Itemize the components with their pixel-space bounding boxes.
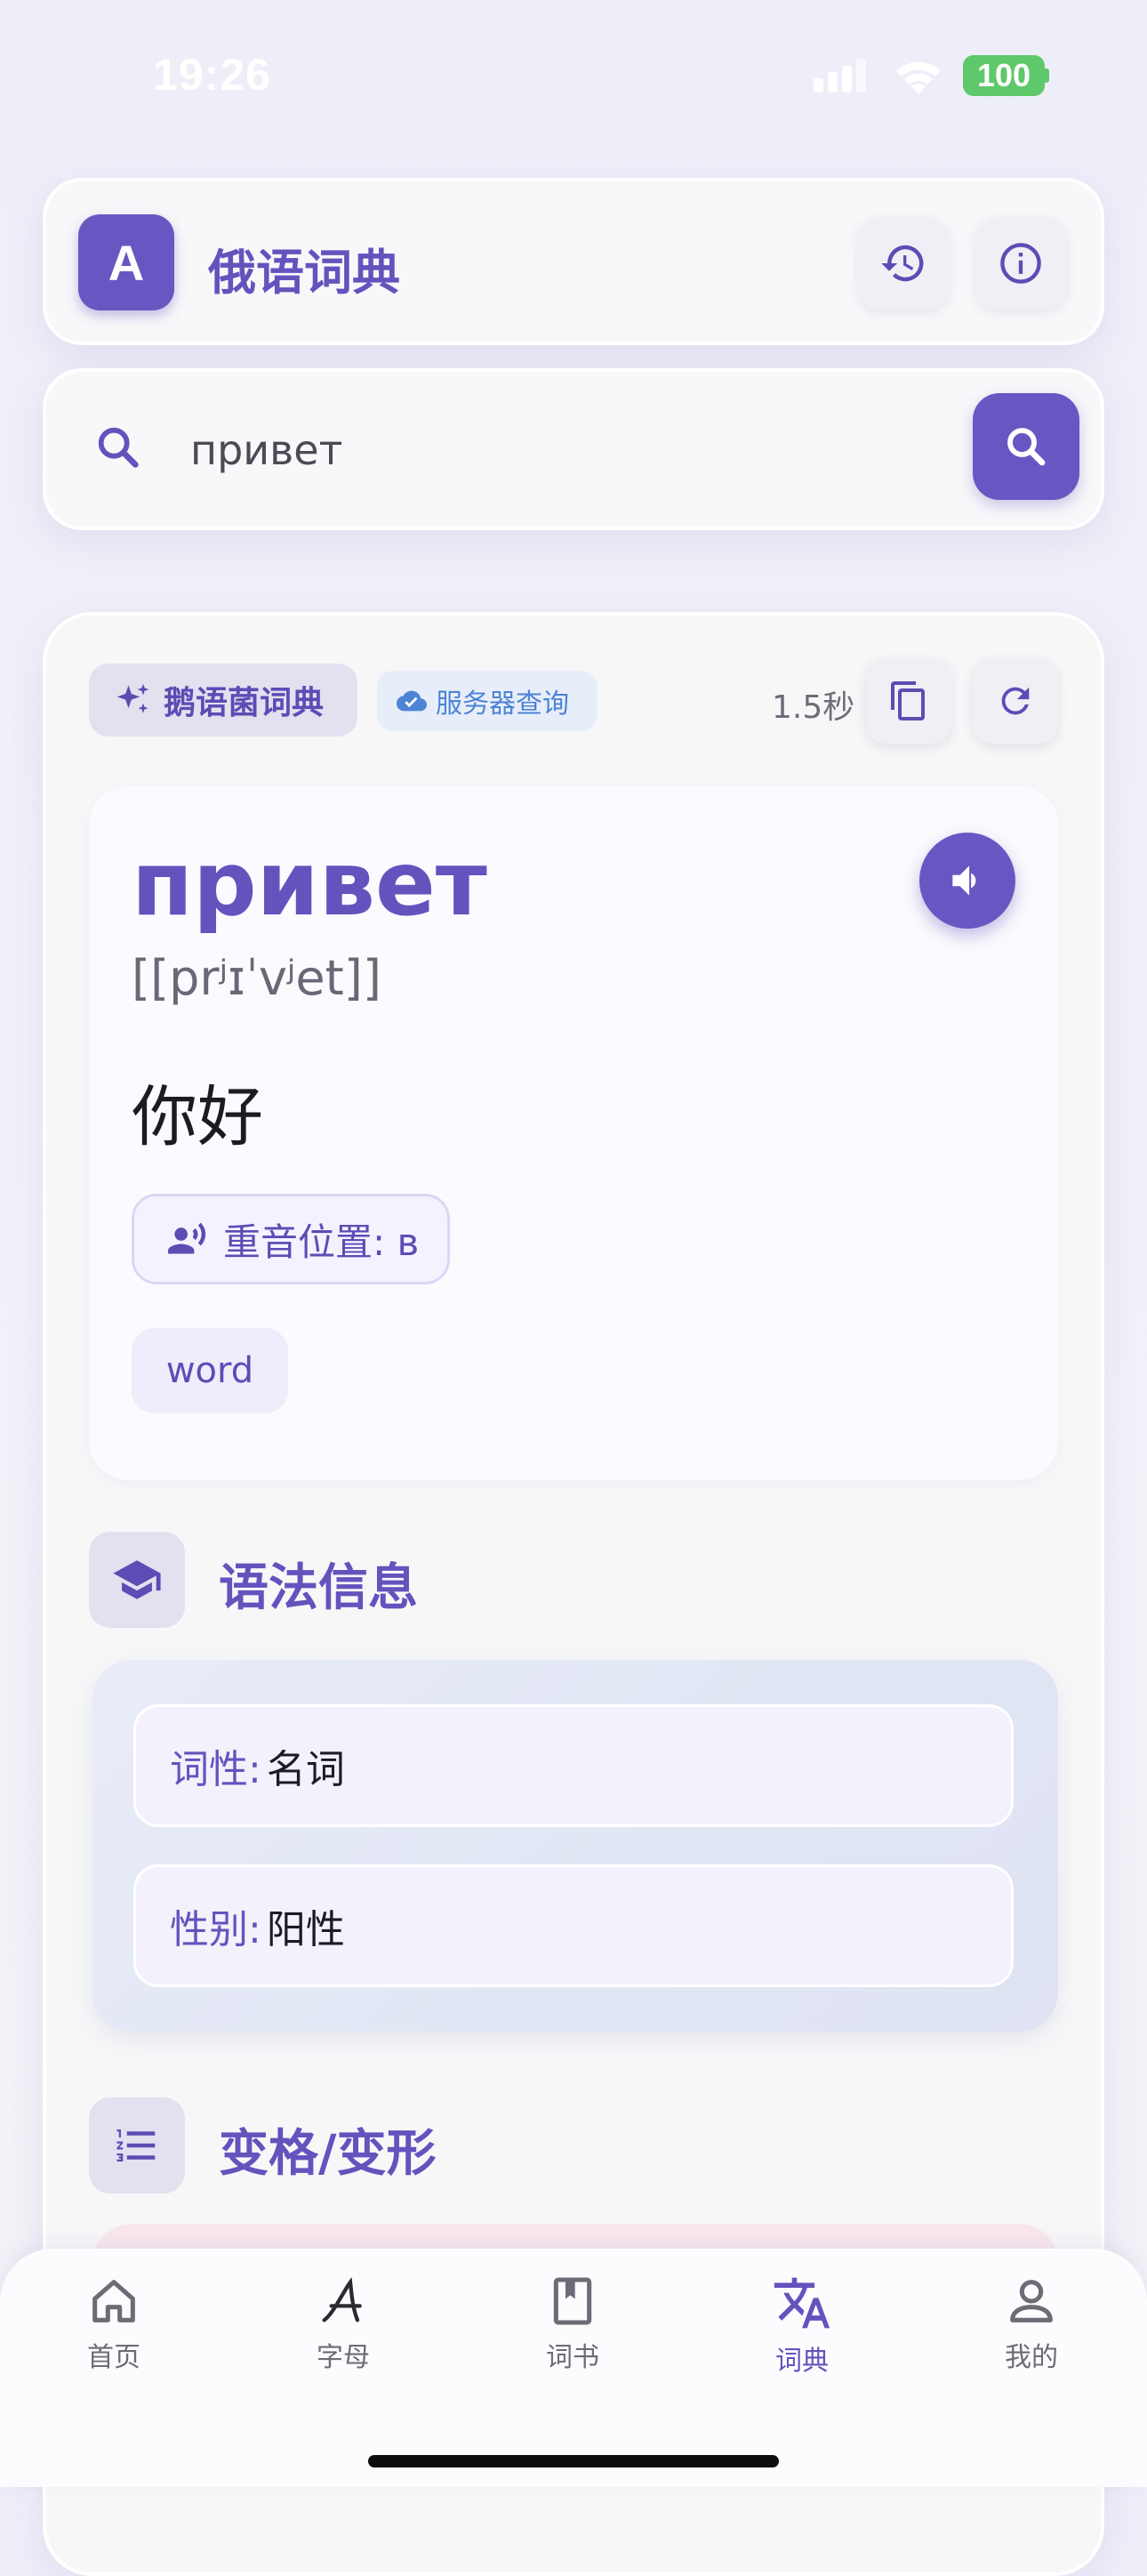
volume-icon xyxy=(952,865,976,896)
pronunciation: [[prʲɪˈvʲet]] xyxy=(132,950,381,1006)
declension-title: 变格/变形 xyxy=(219,2125,437,2183)
grammar-row-pos: 词性: 名词 xyxy=(133,1704,1014,1827)
tab-label: 首页 xyxy=(87,2342,140,2373)
copy-icon xyxy=(891,681,925,720)
book-icon xyxy=(553,2277,592,2325)
copy-button[interactable] xyxy=(866,658,951,744)
cloud-done-icon xyxy=(397,690,427,712)
tab-label: 字母 xyxy=(317,2342,370,2373)
tab-profile[interactable]: 我的 xyxy=(942,2273,1120,2379)
status-time: 19:26 xyxy=(153,50,271,100)
tab-label: 我的 xyxy=(1005,2342,1058,2373)
home-icon xyxy=(92,2280,135,2322)
app-title: 俄语词典 xyxy=(208,245,400,301)
refresh-icon xyxy=(1001,687,1030,715)
tab-label: 词书 xyxy=(546,2342,599,2373)
search-button[interactable] xyxy=(973,393,1079,500)
grammar-section-badge xyxy=(89,1532,185,1628)
source-chip: 鹅语菌词典 xyxy=(89,664,357,737)
home-indicator xyxy=(368,2455,779,2467)
server-chip-label: 服务器查询 xyxy=(436,688,569,720)
info-icon xyxy=(1000,243,1041,284)
tab-dictionary[interactable]: 词典 xyxy=(713,2273,891,2379)
server-chip: 服务器查询 xyxy=(377,671,598,731)
headword: привет xyxy=(132,832,487,936)
sparkle-icon xyxy=(116,683,149,713)
tab-alphabet[interactable]: 字母 xyxy=(254,2273,432,2379)
grammar-value: 名词 xyxy=(266,1747,345,1792)
source-chip-label: 鹅语菌词典 xyxy=(164,685,325,721)
query-time: 1.5秒 xyxy=(772,689,855,726)
grammar-row-gender: 性别: 阳性 xyxy=(133,1864,1014,1987)
search-icon xyxy=(1007,428,1046,466)
letter-a-icon xyxy=(322,2277,362,2322)
tab-home[interactable]: 首页 xyxy=(25,2273,203,2379)
app-logo: A xyxy=(78,214,174,310)
battery-indicator: 100 xyxy=(963,55,1045,96)
grammar-key: 词性: xyxy=(170,1747,261,1792)
translation: 你好 xyxy=(132,1079,263,1155)
speaker-person-icon xyxy=(168,1222,206,1254)
word-type-tag: word xyxy=(132,1328,288,1413)
play-audio-button[interactable] xyxy=(919,833,1015,929)
translate-icon xyxy=(774,2277,830,2329)
graduation-cap-icon xyxy=(113,1560,161,1599)
tab-wordbook[interactable]: 词书 xyxy=(484,2273,662,2379)
search-icon xyxy=(98,427,139,468)
cellular-signal-icon xyxy=(814,59,866,93)
grammar-title: 语法信息 xyxy=(219,1559,418,1617)
history-button[interactable] xyxy=(857,217,950,310)
info-button[interactable] xyxy=(975,217,1067,310)
refresh-button[interactable] xyxy=(973,658,1058,744)
wifi-icon xyxy=(896,61,941,94)
declension-section-badge xyxy=(89,2097,185,2194)
person-icon xyxy=(1010,2280,1053,2322)
grammar-key: 性别: xyxy=(170,1907,261,1952)
tab-label: 词典 xyxy=(775,2346,829,2377)
battery-tip xyxy=(1045,68,1049,83)
stress-text: 重音位置: в xyxy=(223,1220,420,1264)
search-input[interactable] xyxy=(188,418,957,482)
stress-badge: 重音位置: в xyxy=(132,1194,450,1284)
numbered-list-icon xyxy=(116,2129,156,2161)
grammar-value: 阳性 xyxy=(266,1907,345,1952)
history-icon xyxy=(881,245,924,282)
